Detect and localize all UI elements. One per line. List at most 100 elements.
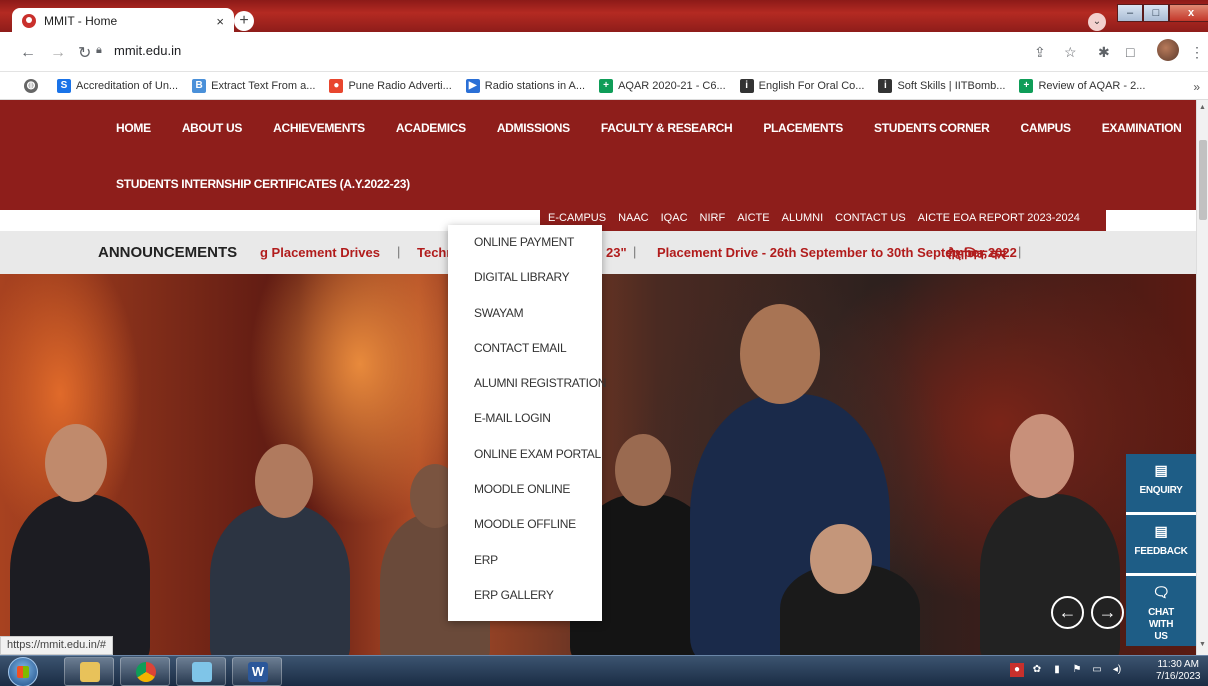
flag-icon[interactable]: ⚑ — [1070, 663, 1084, 677]
dropdown-item[interactable]: ERP — [448, 543, 602, 578]
close-window-button[interactable]: x — [1169, 4, 1208, 22]
nav-item[interactable]: HOME — [116, 121, 151, 135]
nav-item[interactable]: CAMPUS — [1021, 121, 1072, 135]
dropdown-item[interactable]: ONLINE PAYMENT — [448, 225, 602, 260]
system-tray: ● ✿ ▮ ⚑ ▭ ◂) — [1010, 663, 1130, 677]
subnav-item[interactable]: AICTE — [737, 212, 769, 224]
browser-tab[interactable]: MMIT - Home × — [12, 8, 234, 34]
slider-next-button[interactable]: → — [1091, 596, 1124, 629]
explorer-icon[interactable] — [64, 657, 114, 686]
bookmark-item[interactable]: ▶ Radio stations in A... — [465, 78, 586, 93]
bookmark-label: Soft Skills | IITBomb... — [897, 79, 1006, 92]
nav-item[interactable]: STUDENTS CORNER — [874, 121, 990, 135]
folders-icon[interactable] — [176, 657, 226, 686]
bookmark-item[interactable]: ● Pune Radio Adverti... — [329, 78, 452, 93]
system-clock[interactable]: 11:30 AM 7/16/2023 — [1156, 659, 1201, 683]
new-tab-button[interactable]: + — [234, 11, 254, 31]
subnav-item[interactable]: ALUMNI — [782, 212, 824, 224]
bookmark-label: Accreditation of Un... — [76, 79, 179, 92]
forward-icon[interactable]: → — [50, 44, 66, 62]
form-icon: ▤ — [1154, 523, 1168, 539]
dropdown-item[interactable]: ERP GALLERY — [448, 578, 602, 613]
dropdown-item[interactable]: SWAYAM — [448, 296, 602, 331]
feedback-button[interactable]: ▤ FEEDBACK — [1126, 515, 1196, 576]
star-icon[interactable]: ☆ — [1064, 44, 1077, 61]
bookmark-favicon-icon: + — [599, 78, 614, 93]
chat-button[interactable]: 🗨︎ CHAT WITH US — [1126, 576, 1196, 646]
ticker-item[interactable]: शैक्षणिक कर — [946, 245, 1006, 263]
bookmark-item[interactable]: i English For Oral Co... — [739, 78, 865, 93]
scroll-down-icon[interactable]: ▼ — [1199, 641, 1206, 648]
nav-item[interactable]: ADMISSIONS — [497, 121, 570, 135]
maximize-button[interactable]: □ — [1143, 4, 1169, 22]
bookmark-label: English For Oral Co... — [758, 79, 865, 92]
bookmark-item[interactable]: B Extract Text From a... — [192, 78, 315, 93]
dropdown-item[interactable]: ONLINE EXAM PORTAL — [448, 437, 602, 472]
word-icon[interactable]: W — [232, 657, 282, 686]
dropdown-item[interactable]: MOODLE ONLINE — [448, 472, 602, 507]
subnav-item[interactable]: NAAC — [618, 212, 649, 224]
subnav-item[interactable]: NIRF — [700, 212, 726, 224]
scrollbar-thumb[interactable] — [1199, 140, 1207, 220]
slider-prev-button[interactable]: ← — [1051, 596, 1084, 629]
share-icon[interactable]: ⇪ — [1034, 44, 1046, 61]
nav-item[interactable]: ABOUT US — [182, 121, 243, 135]
bookmarks-bar: ◍ S Accreditation of Un... B Extract Text F… — [0, 72, 1208, 100]
browser-tab-strip: MMIT - Home × + ⌄ – □ x — [0, 0, 1208, 34]
enquiry-button[interactable]: ▤ ENQUIRY — [1126, 454, 1196, 515]
chrome-icon[interactable] — [120, 657, 170, 686]
nav-item[interactable]: ACHIEVEMENTS — [273, 121, 365, 135]
nav-item[interactable]: ACADEMICS — [396, 121, 466, 135]
volume-icon[interactable]: ◂) — [1110, 663, 1124, 677]
nav-item[interactable]: FACULTY & RESEARCH — [601, 121, 733, 135]
page-scrollbar[interactable]: ▲ ▼ — [1196, 100, 1208, 655]
minimize-button[interactable]: – — [1117, 4, 1143, 22]
menu-icon[interactable]: ⋮ — [1190, 44, 1204, 61]
tab-close-icon[interactable]: × — [216, 14, 224, 29]
bookmarks-more-icon[interactable]: » — [1193, 80, 1200, 94]
subnav-item[interactable]: CONTACT US — [835, 212, 906, 224]
nav-item[interactable]: EXAMINATION — [1102, 121, 1182, 135]
clock-date: 7/16/2023 — [1156, 671, 1201, 682]
subnav-item[interactable]: IQAC — [661, 212, 688, 224]
dropdown-item[interactable]: E-MAIL LOGIN — [448, 401, 602, 436]
bookmark-item[interactable]: + Review of AQAR - 2... — [1019, 78, 1145, 93]
profile-avatar[interactable] — [1157, 39, 1179, 61]
dropdown-item[interactable]: CONTACT EMAIL — [448, 331, 602, 366]
subnav-item[interactable]: E-CAMPUS — [548, 212, 606, 224]
tray-app-icon[interactable]: ● — [1010, 663, 1024, 677]
secondary-navigation: E-CAMPUS NAAC IQAC NIRF AICTE ALUMNI CONTACT U… — [540, 205, 1106, 231]
extensions-icon[interactable]: ✱ — [1098, 44, 1110, 61]
tray-app-icon[interactable]: ✿ — [1030, 663, 1044, 677]
url-field[interactable]: mmit.edu.in — [114, 43, 181, 58]
dropdown-item[interactable]: ALUMNI REGISTRATION — [448, 366, 606, 401]
tab-search-icon[interactable]: ⌄ — [1088, 13, 1106, 31]
dropdown-item[interactable]: DIGITAL LIBRARY — [448, 260, 602, 295]
start-button[interactable] — [8, 657, 38, 686]
bookmark-label: Radio stations in A... — [484, 79, 586, 92]
reload-icon[interactable]: ↻ — [78, 43, 91, 63]
link-status-url: https://mmit.edu.in/# — [0, 636, 114, 655]
nav-internship-certificates[interactable]: STUDENTS INTERNSHIP CERTIFICATES (A.Y.20… — [116, 177, 410, 191]
ticker-item[interactable]: 23" — [606, 245, 627, 260]
lock-icon[interactable]: 🔒︎ — [96, 44, 102, 57]
windows-taskbar: W ● ✿ ▮ ⚑ ▭ ◂) 11:30 AM 7/16/2023 — [0, 655, 1208, 686]
bookmark-apps[interactable]: ◍ — [24, 78, 43, 93]
ticker-item[interactable]: g Placement Drives — [260, 245, 380, 260]
bookmark-item[interactable]: S Accreditation of Un... — [57, 78, 179, 93]
subnav-item[interactable]: AICTE EOA REPORT 2023-2024 — [918, 212, 1080, 224]
sidepanel-icon[interactable]: □ — [1126, 44, 1134, 60]
back-icon[interactable]: ← — [20, 44, 36, 62]
announcement-ticker: g Placement Drives | Techn 23" | Placeme… — [260, 245, 1098, 263]
nav-item[interactable]: PLACEMENTS — [763, 121, 843, 135]
network-icon[interactable]: ▭ — [1090, 663, 1104, 677]
ticker-separator: | — [1018, 245, 1022, 259]
bookmark-item[interactable]: + AQAR 2020-21 - C6... — [599, 78, 726, 93]
bookmark-favicon-icon: ● — [329, 78, 344, 93]
main-navigation: HOME ABOUT US ACHIEVEMENTS ACADEMICS ADMISSI… — [0, 100, 1196, 210]
scroll-up-icon[interactable]: ▲ — [1199, 104, 1206, 111]
chat-label: CHAT WITH US — [1148, 607, 1174, 642]
dropdown-item[interactable]: MOODLE OFFLINE — [448, 507, 602, 542]
bookmark-item[interactable]: i Soft Skills | IITBomb... — [878, 78, 1006, 93]
signal-icon[interactable]: ▮ — [1050, 663, 1064, 677]
